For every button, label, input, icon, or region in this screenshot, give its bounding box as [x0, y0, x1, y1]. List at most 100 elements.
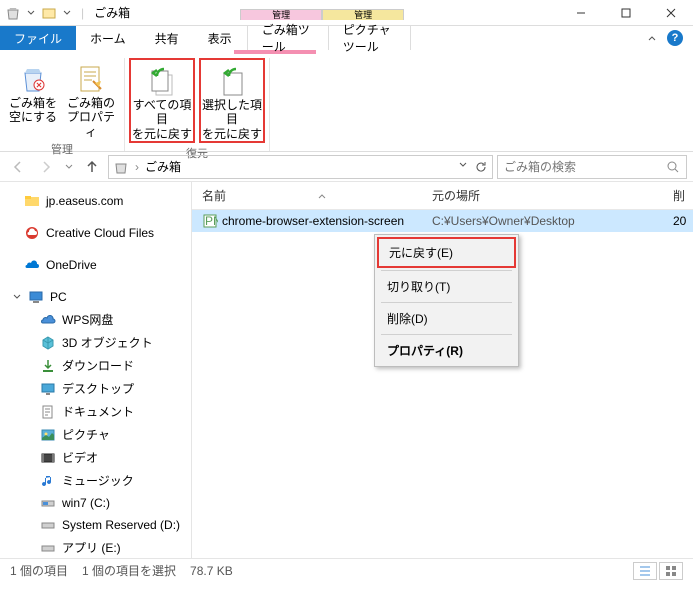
tree-item-pc[interactable]: PC	[0, 286, 191, 308]
status-selected: 1 個の項目を選択	[82, 562, 176, 579]
contextual-head: 管理	[323, 10, 403, 20]
back-button[interactable]	[6, 155, 30, 179]
navigation-pane[interactable]: jp.easeus.com Creative Cloud Files OneDr…	[0, 182, 192, 558]
tree-item-3d[interactable]: 3D オブジェクト	[0, 331, 191, 354]
file-deleted-date: 20	[663, 214, 693, 228]
contextual-tab-recyclebin[interactable]: 管理	[240, 9, 322, 20]
context-restore[interactable]: 元に戻す(E)	[377, 237, 516, 268]
view-icons-button[interactable]	[659, 562, 683, 580]
forward-button[interactable]	[34, 155, 58, 179]
column-deleted[interactable]: 削	[663, 187, 693, 204]
desktop-icon	[40, 381, 56, 397]
drive-icon	[40, 517, 56, 533]
separator	[381, 334, 512, 335]
music-icon	[40, 473, 56, 489]
tree-item-easeus[interactable]: jp.easeus.com	[0, 190, 191, 212]
download-icon	[40, 358, 56, 374]
drive-icon	[40, 495, 56, 511]
tab-share[interactable]: 共有	[141, 26, 194, 50]
tree-item-desktop[interactable]: デスクトップ	[0, 377, 191, 400]
pc-icon	[28, 289, 44, 305]
pictures-icon	[40, 427, 56, 443]
folder-props-icon[interactable]	[41, 5, 57, 21]
dropdown-icon[interactable]	[458, 160, 468, 174]
address-bar[interactable]: › ごみ箱	[108, 155, 493, 179]
chevron-down-icon[interactable]	[12, 292, 22, 302]
restore-selected-icon	[216, 64, 248, 98]
address-bar-row: › ごみ箱 ごみ箱の検索	[0, 152, 693, 182]
tree-item-ccf[interactable]: Creative Cloud Files	[0, 222, 191, 244]
ribbon-group-restore: すべての項目 を元に戻す 選択した項目 を元に戻す 復元	[125, 58, 270, 151]
column-headers: 名前 元の場所 削	[192, 182, 693, 210]
tree-item-music[interactable]: ミュージック	[0, 469, 191, 492]
tree-item-apps[interactable]: アプリ (E:)	[0, 536, 191, 558]
dropdown-icon[interactable]	[23, 5, 39, 21]
tree-item-pictures[interactable]: ピクチャ	[0, 423, 191, 446]
3d-icon	[40, 335, 56, 351]
column-original-location[interactable]: 元の場所	[422, 187, 663, 204]
tree-item-onedrive[interactable]: OneDrive	[0, 254, 191, 276]
refresh-icon[interactable]	[474, 160, 488, 174]
dropdown-icon[interactable]	[59, 5, 75, 21]
maximize-button[interactable]	[603, 0, 648, 26]
tab-recyclebin-tools[interactable]: ごみ箱ツール	[247, 26, 329, 50]
content-pane[interactable]: 名前 元の場所 削 PNG chrome-browser-extension-sc…	[192, 182, 693, 558]
tree-item-videos[interactable]: ビデオ	[0, 446, 191, 469]
tab-picture-tools[interactable]: ピクチャツール	[329, 26, 411, 50]
onedrive-icon	[24, 257, 40, 273]
close-button[interactable]	[648, 0, 693, 26]
documents-icon	[40, 404, 56, 420]
up-button[interactable]	[80, 155, 104, 179]
empty-bin-icon	[17, 62, 49, 96]
search-icon	[666, 160, 680, 174]
file-original-location: C:¥Users¥Owner¥Desktop	[422, 214, 663, 228]
minimize-button[interactable]	[558, 0, 603, 26]
context-delete[interactable]: 削除(D)	[377, 305, 516, 332]
history-dropdown[interactable]	[62, 155, 76, 179]
sort-up-icon	[318, 192, 326, 200]
tab-file[interactable]: ファイル	[0, 26, 76, 50]
recycle-bin-properties-button[interactable]: ごみ箱の プロパティ	[62, 58, 120, 139]
restore-all-button[interactable]: すべての項目 を元に戻す	[129, 58, 195, 143]
folder-icon	[24, 193, 40, 209]
drive-icon	[40, 540, 56, 556]
ribbon-group-manage: ごみ箱を 空にする ごみ箱の プロパティ 管理	[0, 58, 125, 151]
recycle-bin-icon	[5, 5, 21, 21]
tree-item-wps[interactable]: WPS网盘	[0, 308, 191, 331]
video-icon	[40, 450, 56, 466]
tree-item-downloads[interactable]: ダウンロード	[0, 354, 191, 377]
ribbon: ごみ箱を 空にする ごみ箱の プロパティ 管理 すべての項目 を元に戻す 選択し…	[0, 54, 693, 152]
contextual-head: 管理	[241, 10, 321, 20]
help-icon[interactable]: ?	[667, 30, 683, 46]
cloud-icon	[40, 312, 56, 328]
context-properties[interactable]: プロパティ(R)	[377, 337, 516, 364]
view-details-button[interactable]	[633, 562, 657, 580]
column-name[interactable]: 名前	[192, 187, 422, 204]
chevron-up-icon[interactable]	[647, 33, 657, 43]
context-menu: 元に戻す(E) 切り取り(T) 削除(D) プロパティ(R)	[374, 234, 519, 367]
tree-item-win7[interactable]: win7 (C:)	[0, 492, 191, 514]
tree-item-sysres[interactable]: System Reserved (D:)	[0, 514, 191, 536]
status-bar: 1 個の項目 1 個の項目を選択 78.7 KB	[0, 558, 693, 582]
file-row[interactable]: PNG chrome-browser-extension-screen C:¥Us…	[192, 210, 693, 232]
recycle-bin-icon	[113, 159, 129, 175]
properties-icon	[75, 62, 107, 96]
status-size: 78.7 KB	[190, 564, 233, 578]
contextual-tab-picture[interactable]: 管理	[322, 9, 404, 20]
svg-text:PNG: PNG	[205, 214, 218, 228]
address-segment[interactable]: ごみ箱	[145, 158, 181, 175]
context-cut[interactable]: 切り取り(T)	[377, 273, 516, 300]
file-name: chrome-browser-extension-screen	[222, 214, 404, 228]
separator	[381, 270, 512, 271]
ribbon-tabs: ファイル ホーム 共有 表示 ごみ箱ツール ピクチャツール ?	[0, 26, 693, 50]
restore-selected-button[interactable]: 選択した項目 を元に戻す	[199, 58, 265, 143]
search-placeholder: ごみ箱の検索	[504, 158, 576, 175]
empty-recycle-bin-button[interactable]: ごみ箱を 空にする	[4, 58, 62, 139]
status-item-count: 1 個の項目	[10, 562, 68, 579]
separator	[381, 302, 512, 303]
tab-home[interactable]: ホーム	[76, 26, 141, 50]
png-icon: PNG	[202, 213, 218, 229]
tab-view[interactable]: 表示	[194, 26, 247, 50]
search-box[interactable]: ごみ箱の検索	[497, 155, 687, 179]
tree-item-documents[interactable]: ドキュメント	[0, 400, 191, 423]
